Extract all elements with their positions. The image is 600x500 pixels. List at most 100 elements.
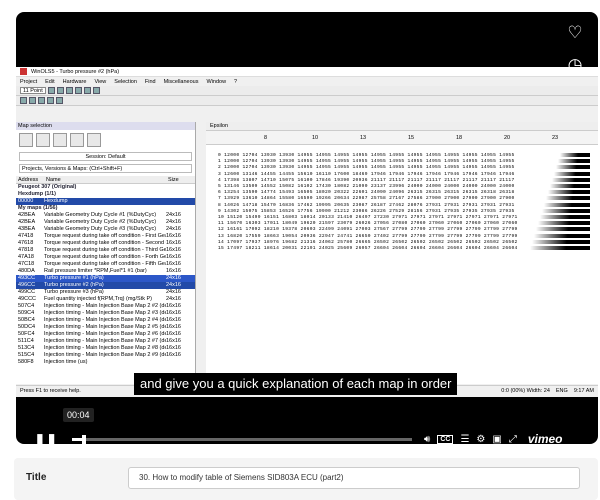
table-row[interactable]: My maps (1/56) — [16, 205, 195, 212]
time-tooltip: 00:04 — [63, 408, 94, 422]
vimeo-logo[interactable]: vimeo — [528, 432, 563, 444]
row-name: Variable Geometry Duty Cycle #3 (%DutyCy… — [44, 226, 157, 232]
map-grid[interactable]: 0 12000 12704 13930 13930 14955 14955 14… — [206, 145, 598, 375]
menu-item-find[interactable]: Find — [145, 79, 156, 85]
settings-icon[interactable] — [87, 133, 101, 147]
video-player[interactable]: ♡ ◷ ➤ WinOLS5 - Turbo pressure #2 (hPa) … — [16, 12, 598, 444]
progress-handle[interactable] — [82, 435, 87, 444]
export-icon[interactable] — [36, 133, 50, 147]
col-name[interactable]: Name — [44, 176, 166, 183]
volume-icon[interactable]: 🔊︎ — [424, 434, 430, 445]
bold-icon[interactable] — [47, 87, 55, 94]
fullscreen-icon[interactable]: ⤢ — [509, 434, 517, 445]
table-row[interactable]: 515C4 Injection timing - Main Injection B… — [16, 352, 195, 359]
italic-icon[interactable] — [56, 87, 64, 94]
table-row[interactable]: 49CCC Fuel quantity injected f(RPM,Trq) (… — [16, 296, 195, 303]
grid-row[interactable]: 1 12000 12704 13930 13930 14955 14955 14… — [218, 159, 515, 164]
table-row[interactable]: 580F8 Injection time (us) — [16, 359, 195, 364]
menu-item-help[interactable]: ? — [234, 79, 237, 85]
menu-item-edit[interactable]: Edit — [45, 79, 54, 85]
table-row[interactable]: 50FC4 Injection timing - Main Injection B… — [16, 331, 195, 338]
graph-bar — [548, 190, 590, 195]
paste-icon[interactable] — [47, 97, 54, 104]
pause-icon[interactable]: ❚❚ — [34, 432, 57, 444]
menu-item-miscellaneous[interactable]: Miscellaneous — [164, 79, 199, 85]
table-icon[interactable] — [74, 87, 82, 94]
grid-row[interactable]: 3 12600 13146 14455 14455 15610 16110 17… — [218, 172, 515, 177]
undo-icon[interactable] — [20, 97, 27, 104]
table-row[interactable]: 496CC Turbo pressure #2 (hPa) 24x16 — [16, 282, 195, 289]
progress-bar[interactable] — [72, 435, 412, 444]
table-row[interactable]: 493CC Turbo pressure #1 (hPa) 24x16 — [16, 275, 195, 282]
open-folder-icon[interactable] — [19, 133, 33, 147]
pip-icon[interactable]: ▣ — [492, 434, 501, 445]
table-row[interactable]: 42BEA Variable Geometry Duty Cycle #1 (%D… — [16, 212, 195, 219]
row-size: 16x16 — [166, 254, 181, 260]
row-size: 16x16 — [166, 261, 181, 267]
table-row[interactable]: 47618 Torque request during take off cond… — [16, 240, 195, 247]
row-size: 24x16 — [166, 219, 181, 225]
menu-item-project[interactable]: Project — [20, 79, 37, 85]
table-row[interactable]: Hexdump (1/1) — [16, 191, 195, 198]
col-address[interactable]: Address — [16, 176, 44, 183]
grid-row[interactable]: 11 15670 16303 17011 18049 19620 21597 2… — [218, 221, 518, 226]
table-row[interactable]: 47C18 Torque request during take off cond… — [16, 261, 195, 268]
grid-row[interactable]: 7 13929 13610 14864 15580 16590 19266 20… — [218, 196, 515, 201]
grid-row[interactable]: 9 14302 15075 15853 16526 17756 19900 21… — [218, 209, 515, 214]
col-size[interactable]: Size — [166, 176, 194, 183]
grid-row[interactable]: 10 15120 15499 16151 16803 18014 20133 2… — [218, 215, 518, 220]
font-size-select[interactable]: 11 Point — [20, 87, 46, 94]
table-row[interactable]: 00000 Hexdump — [16, 198, 195, 205]
cc-icon[interactable]: CC — [437, 434, 454, 444]
row-name: Torque request during take off condition… — [44, 254, 166, 260]
table-row[interactable]: 499CC Turbo pressure #3 (hPa) 24x16 — [16, 289, 195, 296]
transcript-icon[interactable]: ☰ — [460, 434, 469, 445]
session-label[interactable]: Session: Default — [19, 152, 192, 161]
chart-icon[interactable] — [83, 87, 91, 94]
table-row[interactable]: 42BEA Variable Geometry Duty Cycle #2 (%D… — [16, 219, 195, 226]
grid-row[interactable]: 6 13254 13590 14774 15493 16505 18020 20… — [218, 190, 515, 195]
grid-row[interactable]: 14 17097 17937 18976 19682 21316 24062 2… — [218, 240, 518, 245]
grid-row[interactable]: 2 12000 12704 13930 13930 14955 14955 14… — [218, 165, 515, 170]
menu-item-hardware[interactable]: Hardware — [63, 79, 87, 85]
redo-icon[interactable] — [29, 97, 36, 104]
left-arrow-icon[interactable] — [53, 133, 67, 147]
graph-bar — [542, 208, 590, 213]
table-row[interactable]: 50DC4 Injection timing - Main Injection B… — [16, 324, 195, 331]
grid-row[interactable]: 12 16161 17092 18210 19378 20603 22499 2… — [218, 227, 518, 232]
table-row[interactable]: Peugeot 307 (Original) — [16, 184, 195, 191]
title-input[interactable]: 30. How to modify table of Siemens SID80… — [128, 467, 580, 489]
table-row[interactable]: 513C4 Injection timing - Main Injection B… — [16, 345, 195, 352]
table-row[interactable]: 511C4 Injection timing - Main Injection B… — [16, 338, 195, 345]
row-address: 511C4 — [18, 338, 34, 344]
table-row[interactable]: 47A18 Torque request during take off cond… — [16, 254, 195, 261]
menu-item-view[interactable]: View — [94, 79, 106, 85]
grid-row[interactable]: 5 13146 13509 14552 15082 16102 17430 18… — [218, 184, 515, 189]
table-row[interactable]: 50BC4 Injection timing - Main Injection B… — [16, 317, 195, 324]
copy-icon[interactable] — [38, 97, 45, 104]
row-name: Variable Geometry Duty Cycle #2 (%DutyCy… — [44, 219, 157, 225]
hex-icon[interactable] — [92, 87, 100, 94]
table-row[interactable]: 47418 Torque request during take off cond… — [16, 233, 195, 240]
right-arrow-icon[interactable] — [70, 133, 84, 147]
search-icon[interactable] — [56, 97, 63, 104]
table-row[interactable]: 47818 Torque request during take off cond… — [16, 247, 195, 254]
table-row[interactable]: 509C4 Injection timing - Main Injection B… — [16, 310, 195, 317]
grid-row[interactable]: 13 16820 17559 18663 19054 20936 22947 2… — [218, 234, 518, 239]
settings-gear-icon[interactable]: ⚙ — [476, 434, 485, 445]
menu-item-selection[interactable]: Selection — [114, 79, 137, 85]
filter-field[interactable]: Projects, Versions & Maps: (Ctrl+Shift+F… — [19, 164, 192, 173]
menu-item-window[interactable]: Window — [206, 79, 226, 85]
table-row[interactable]: 43BEA Variable Geometry Duty Cycle #3 (%D… — [16, 226, 195, 233]
row-size — [166, 198, 194, 205]
grid-row[interactable]: 8 14026 14718 15470 16836 17462 19995 20… — [218, 203, 515, 208]
grid-row[interactable]: 15 17497 18211 18614 20031 22191 24025 2… — [218, 246, 518, 251]
status-right: 0:0 (00%) Width: 24 — [501, 388, 550, 394]
map-selection-panel: Map selection Session: Default Projects,… — [16, 122, 196, 384]
table-row[interactable]: 480DA Rail pressure limiter *RPM,Fuel*1 #… — [16, 268, 195, 275]
color-icon[interactable] — [65, 87, 73, 94]
heart-icon[interactable]: ♡ — [564, 22, 586, 44]
table-row[interactable]: 507C4 Injection timing - Main Injection B… — [16, 303, 195, 310]
grid-row[interactable]: 4 17398 13807 14710 15075 16100 17846 19… — [218, 178, 515, 183]
grid-row[interactable]: 0 12000 12704 13930 13930 14955 14955 14… — [218, 153, 515, 158]
